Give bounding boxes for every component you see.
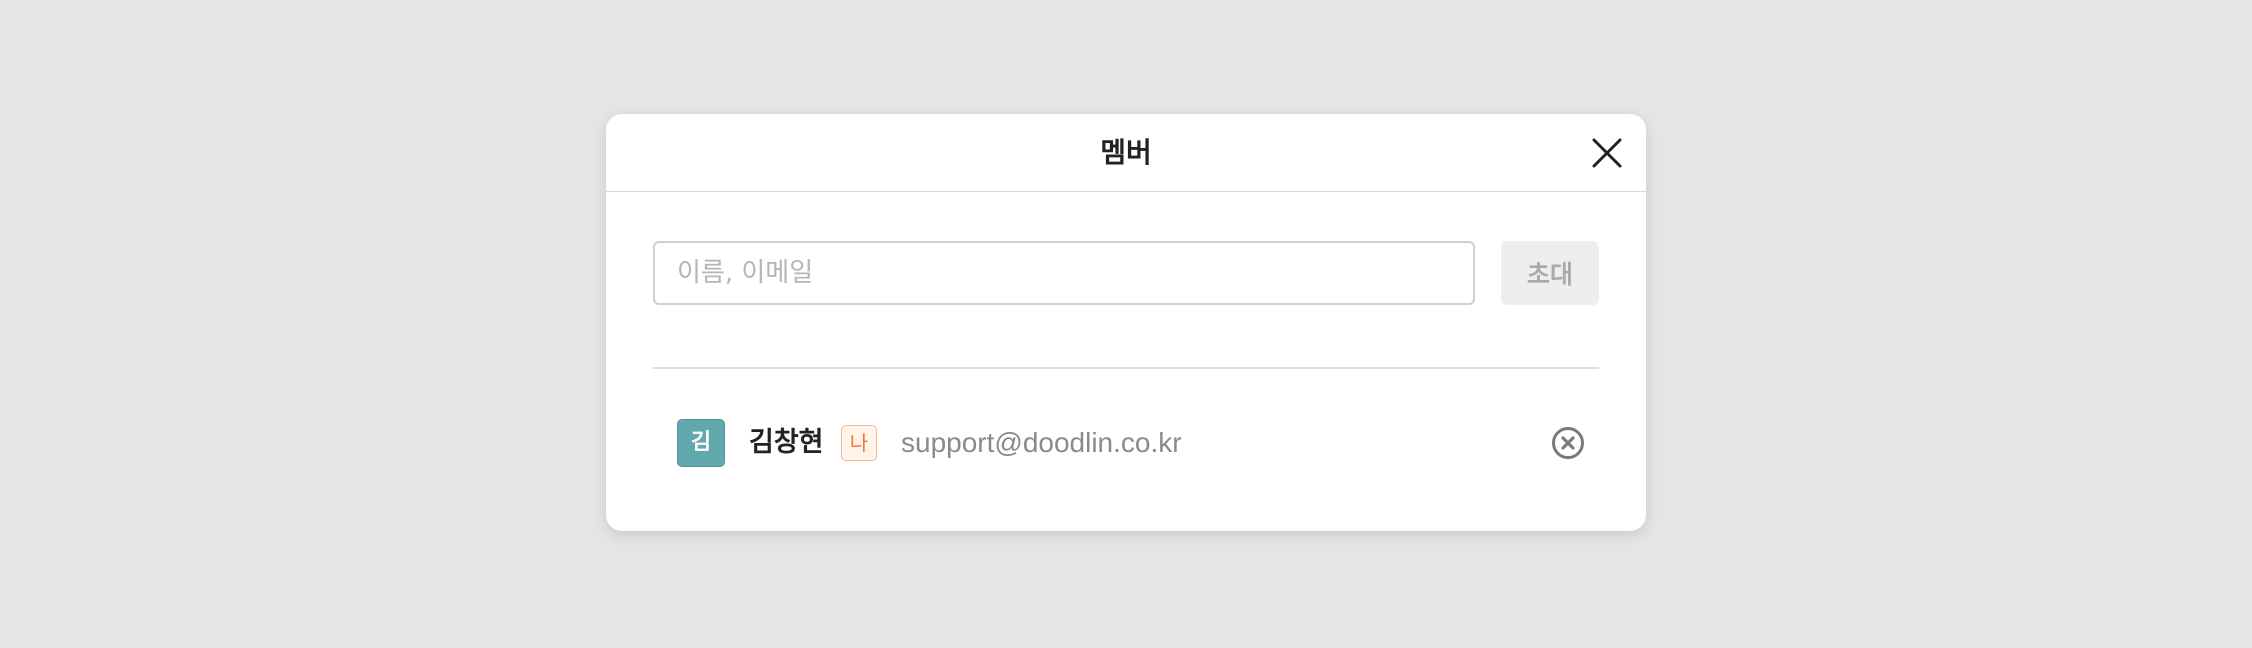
modal-body: 초대 김 김창현 나 support@doodlin.co.kr	[653, 192, 1599, 531]
divider	[653, 367, 1599, 369]
invite-row: 초대	[653, 241, 1599, 305]
modal-header: 멤버	[606, 114, 1646, 192]
modal-title: 멤버	[1100, 136, 1152, 169]
member-name: 김창현	[749, 427, 824, 458]
close-icon	[1592, 138, 1622, 168]
avatar: 김	[677, 419, 725, 467]
search-input[interactable]	[653, 241, 1475, 305]
member-list-item: 김 김창현 나 support@doodlin.co.kr	[677, 419, 1585, 469]
me-badge: 나	[841, 425, 877, 461]
member-email: support@doodlin.co.kr	[901, 427, 1182, 458]
close-button[interactable]	[1590, 136, 1624, 170]
remove-circle-x-icon	[1552, 427, 1584, 459]
invite-button[interactable]: 초대	[1501, 241, 1599, 305]
member-modal: 멤버 초대 김 김창현 나 support@doodlin.co.kr	[606, 114, 1646, 531]
remove-member-button[interactable]	[1551, 426, 1585, 460]
